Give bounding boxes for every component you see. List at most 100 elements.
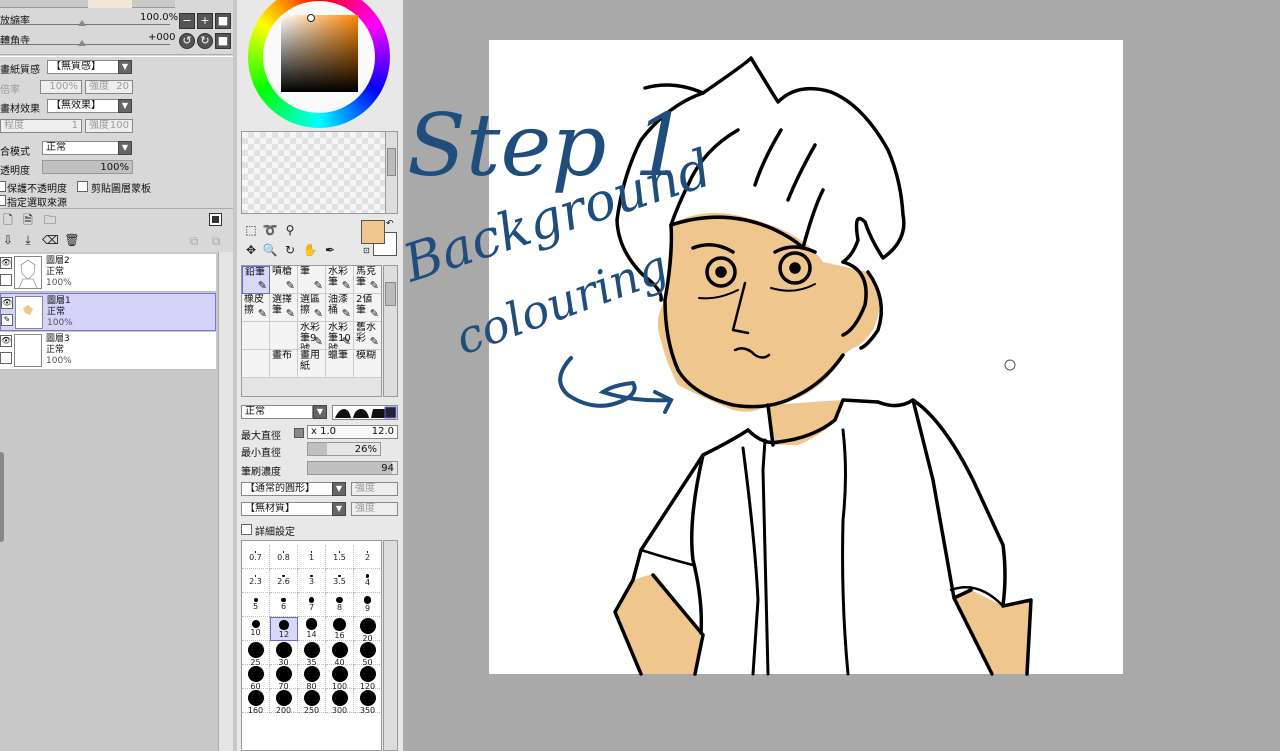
layer-scrollbar[interactable] (218, 252, 233, 751)
zoom-slider-handle[interactable] (78, 20, 86, 26)
brush-size-5[interactable]: 5 (242, 593, 270, 617)
lasso-icon[interactable]: ➰ (262, 222, 278, 238)
brush-blend-select[interactable]: 正常 (241, 405, 313, 419)
edit-pencil-icon[interactable]: ✎ (1, 314, 13, 326)
rotate-right-button[interactable]: ↻ (197, 33, 213, 49)
zoom-reset-button[interactable]: ■ (215, 13, 231, 29)
panel-edge-handle[interactable] (0, 452, 4, 542)
brush-size-100[interactable]: 100 (326, 665, 354, 691)
scratchpad[interactable] (241, 131, 386, 214)
brush-tool-2値筆[interactable]: 2値筆 ✎ (354, 294, 381, 322)
brush-tool-鉛筆[interactable]: 鉛筆 ✎ (242, 266, 270, 294)
brush-edge-hardness[interactable] (332, 405, 398, 420)
brush-tool-選擇筆[interactable]: 選擇筆 ✎ (270, 294, 298, 322)
advanced-settings-checkbox[interactable] (241, 524, 252, 535)
brush-size-1[interactable]: 1 (298, 545, 326, 569)
size-grid-scrollbar[interactable] (383, 540, 398, 751)
rotate-slider-handle[interactable] (78, 40, 86, 46)
brush-size-16[interactable]: 16 (326, 617, 354, 641)
max-size-box[interactable]: x 1.0 12.0 (307, 425, 398, 439)
eyedropper-icon[interactable]: ✒ (322, 242, 338, 258)
rotate-reset-button[interactable]: ■ (215, 33, 231, 49)
scratchpad-scrollbar[interactable] (385, 131, 398, 214)
brush-size-2.6[interactable]: 2.6 (270, 569, 298, 593)
transfer-down-icon[interactable]: ⇩ (0, 232, 16, 248)
magic-wand-icon[interactable]: ⚲ (282, 222, 298, 238)
rotate-left-button[interactable]: ↺ (179, 33, 195, 49)
hand-icon[interactable]: ✋ (302, 242, 318, 258)
brush-size-250[interactable]: 250 (298, 689, 326, 715)
zoom-in-button[interactable]: + (197, 13, 213, 29)
brush-size-6[interactable]: 6 (270, 593, 298, 617)
layer-panel-toggle-icon[interactable] (209, 213, 222, 226)
min-size-slider[interactable]: 26% (307, 442, 381, 456)
brush-tool-筆[interactable]: 筆 ✎ (298, 266, 326, 294)
layer-row-2[interactable]: 👁 圖層2 正常 100% (0, 254, 216, 292)
brush-size-14[interactable]: 14 (298, 617, 326, 641)
layer-row-3[interactable]: 👁 圖層3 正常 100% (0, 332, 216, 370)
sv-picker-handle[interactable] (307, 14, 315, 22)
brush-size-120[interactable]: 120 (354, 665, 381, 691)
brush-size-9[interactable]: 9 (354, 593, 381, 617)
brush-tool-蠟筆[interactable]: 蠟筆 (326, 350, 354, 378)
protect-opacity-checkbox[interactable] (0, 181, 6, 192)
clip-mask-checkbox[interactable] (77, 181, 88, 192)
brush-size-4[interactable]: 4 (354, 569, 381, 593)
brush-tool-油漆桶[interactable]: 油漆桶 ✎ (326, 294, 354, 322)
rotate-view-icon[interactable]: ↻ (282, 242, 298, 258)
brush-size-60[interactable]: 60 (242, 665, 270, 691)
visibility-eye-icon[interactable]: 👁 (0, 335, 12, 347)
layer-row-1[interactable]: 👁 ✎ 圖層1 正常 100% (0, 293, 216, 331)
brush-tool-水彩筆9號[interactable]: 水彩筆9號 ✎ (298, 322, 326, 350)
visibility-eye-icon[interactable]: 👁 (1, 297, 13, 309)
brush-size-160[interactable]: 160 (242, 689, 270, 715)
brush-size-300[interactable]: 300 (326, 689, 354, 715)
visibility-eye-icon[interactable]: 👁 (0, 257, 12, 269)
opacity-slider[interactable]: 100% (42, 160, 133, 174)
material-effect-select[interactable]: 【無效果】 (47, 99, 119, 113)
brush-size-3[interactable]: 3 (298, 569, 326, 593)
brush-shape-dropdown-icon[interactable]: ▼ (332, 482, 346, 496)
brush-size-12[interactable]: 12 (270, 617, 298, 641)
brush-tool-橡皮擦[interactable]: 橡皮擦 ✎ (242, 294, 270, 322)
zoom-icon[interactable]: 🔍 (262, 242, 278, 258)
brush-tool-舊水彩[interactable]: 舊水彩 ✎ (354, 322, 381, 350)
brush-size-50[interactable]: 50 (354, 641, 381, 667)
brush-size-2.3[interactable]: 2.3 (242, 569, 270, 593)
brush-size-350[interactable]: 350 (354, 689, 381, 715)
brush-size-200[interactable]: 200 (270, 689, 298, 715)
size-lock-icon[interactable] (294, 428, 304, 438)
navigator-thumb[interactable] (88, 0, 132, 8)
brush-tool-畫用紙[interactable]: 畫用紙 (298, 350, 326, 378)
delete-layer-icon[interactable]: 🗑 (64, 232, 80, 248)
zoom-out-button[interactable]: − (179, 13, 195, 29)
lock-icon[interactable] (0, 352, 12, 364)
rect-select-icon[interactable]: ⬚ (243, 222, 259, 238)
brush-size-0.8[interactable]: 0.8 (270, 545, 298, 569)
brush-tool-馬克筆[interactable]: 馬克筆 ✎ (354, 266, 381, 294)
swap-colors-icon[interactable]: ↶ (386, 219, 394, 229)
blend-mode-select[interactable]: 正常 (42, 141, 119, 155)
new-linework-layer-icon[interactable]: 🗎 (20, 212, 36, 228)
brush-tool-水彩筆10號[interactable]: 水彩筆10號 ✎ (326, 322, 354, 350)
brush-size-70[interactable]: 70 (270, 665, 298, 691)
paper-texture-dropdown-icon[interactable]: ▼ (118, 60, 132, 74)
brush-size-1.5[interactable]: 1.5 (326, 545, 354, 569)
sv-square[interactable] (281, 15, 358, 92)
density-slider[interactable]: 94 (307, 461, 398, 475)
brush-size-25[interactable]: 25 (242, 641, 270, 667)
brush-size-8[interactable]: 8 (326, 593, 354, 617)
brush-blend-dropdown-icon[interactable]: ▼ (313, 405, 327, 419)
brush-size-10[interactable]: 10 (242, 617, 270, 641)
brush-size-40[interactable]: 40 (326, 641, 354, 667)
paper-texture-select[interactable]: 【無質感】 (47, 60, 119, 74)
brush-size-3.5[interactable]: 3.5 (326, 569, 354, 593)
brush-size-35[interactable]: 35 (298, 641, 326, 667)
brush-size-80[interactable]: 80 (298, 665, 326, 691)
layer-up-icon[interactable]: ⧉ (186, 233, 202, 249)
brush-tool-噴槍[interactable]: 噴槍 ✎ (270, 266, 298, 294)
brush-size-7[interactable]: 7 (298, 593, 326, 617)
brush-shape-select[interactable]: 【通常的圓形】 (241, 482, 333, 496)
new-folder-icon[interactable]: 🗀 (42, 212, 58, 228)
lock-icon[interactable] (0, 274, 12, 286)
